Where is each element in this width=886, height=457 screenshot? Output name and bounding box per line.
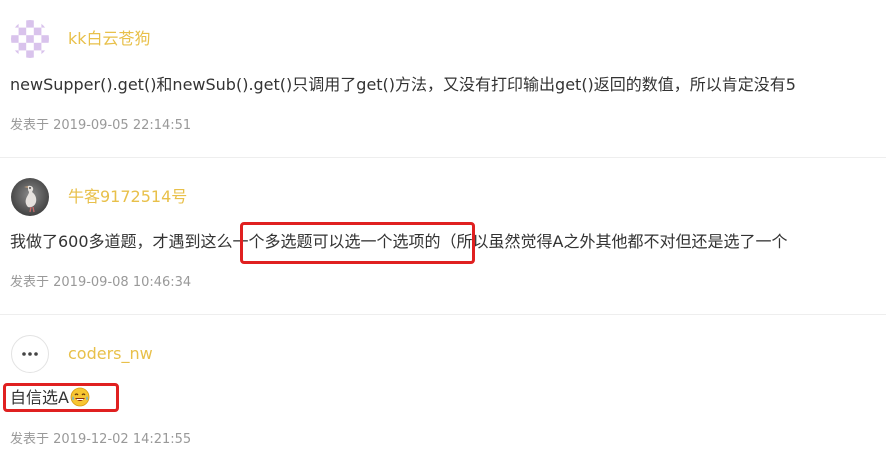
comment-content: 自信选A <box>10 387 90 409</box>
comment-item-1: kk白云苍狗 newSupper().get()和newSub().get()只… <box>0 0 886 157</box>
comment-text: 自信选A <box>10 388 69 407</box>
comment-content: newSupper().get()和newSub().get()只调用了get(… <box>10 75 796 94</box>
comment-content: 我做了600多道题，才遇到这么一个多选题可以选一个选项的（所以虽然觉得A之外其他… <box>10 232 788 251</box>
comment-item-3: coders_nw 自信选A 发表于 2019-12-02 14:21:55 <box>0 315 886 457</box>
comment-username[interactable]: 牛客9172514号 <box>68 187 187 207</box>
checkerboard-avatar-icon[interactable] <box>11 20 49 58</box>
laughing-tears-emoji-icon <box>70 387 90 407</box>
comment-username[interactable]: coders_nw <box>68 344 153 364</box>
comment-timestamp: 发表于 2019-12-02 14:21:55 <box>10 432 192 447</box>
comment-item-2: 牛客9172514号 我做了600多道题，才遇到这么一个多选题可以选一个选项的（… <box>0 158 886 314</box>
bird-avatar-icon[interactable] <box>11 178 49 216</box>
comment-username[interactable]: kk白云苍狗 <box>68 29 151 49</box>
comment-timestamp: 发表于 2019-09-05 22:14:51 <box>10 118 192 133</box>
more-dots-icon[interactable] <box>11 335 49 373</box>
comment-timestamp: 发表于 2019-09-08 10:46:34 <box>10 275 192 290</box>
